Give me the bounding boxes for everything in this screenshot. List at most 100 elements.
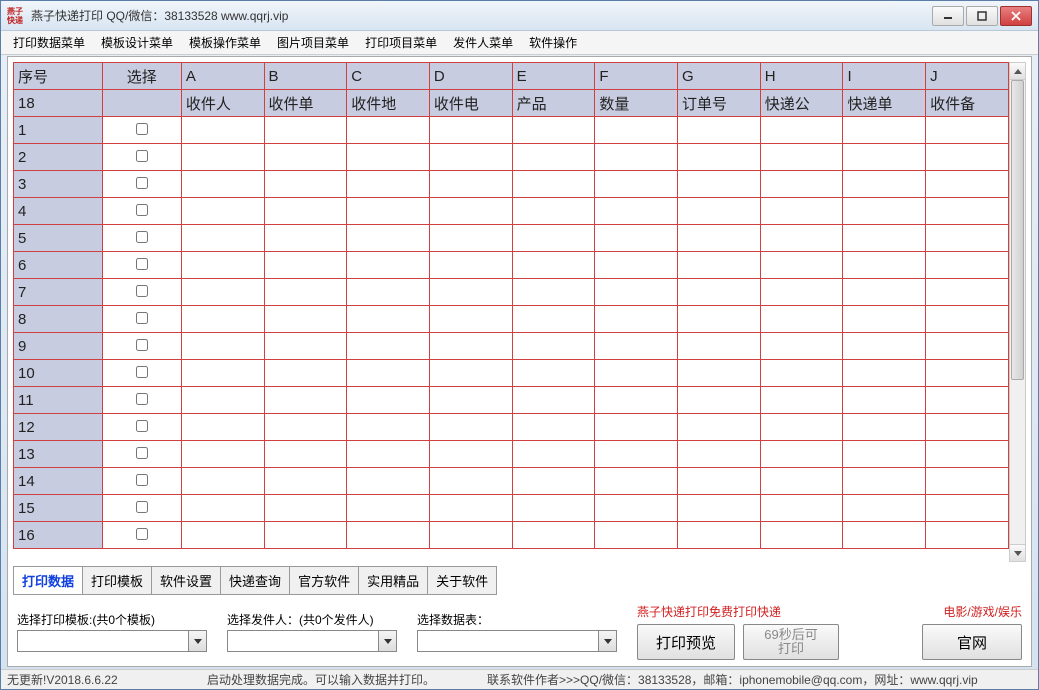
data-cell[interactable] (347, 333, 430, 360)
data-cell[interactable] (926, 441, 1009, 468)
data-cell[interactable] (926, 252, 1009, 279)
data-cell[interactable] (678, 522, 761, 549)
data-cell[interactable] (512, 306, 595, 333)
sub-header-2[interactable]: 收件单 (264, 90, 347, 117)
data-cell[interactable] (843, 495, 926, 522)
data-cell[interactable] (181, 387, 264, 414)
menu-item-1[interactable]: 模板设计菜单 (93, 32, 181, 53)
data-cell[interactable] (678, 306, 761, 333)
countdown-print-button[interactable]: 69秒后可打印 (743, 624, 839, 660)
data-cell[interactable] (429, 171, 512, 198)
menu-item-5[interactable]: 发件人菜单 (445, 32, 521, 53)
select-cell[interactable] (102, 144, 181, 171)
data-cell[interactable] (843, 387, 926, 414)
tab-6[interactable]: 关于软件 (427, 566, 497, 595)
col-header-H[interactable]: H (760, 63, 843, 90)
row-number[interactable]: 16 (14, 522, 103, 549)
select-cell[interactable] (102, 306, 181, 333)
data-grid[interactable]: 序号选择ABCDEFGHIJ18收件人收件单收件地收件电产品数量订单号快递公快递… (13, 62, 1009, 549)
select-cell[interactable] (102, 522, 181, 549)
data-cell[interactable] (181, 441, 264, 468)
select-cell[interactable] (102, 387, 181, 414)
maximize-button[interactable] (966, 6, 998, 26)
row-number[interactable]: 1 (14, 117, 103, 144)
row-select-checkbox[interactable] (136, 366, 148, 378)
data-cell[interactable] (264, 522, 347, 549)
menu-item-0[interactable]: 打印数据菜单 (5, 32, 93, 53)
data-cell[interactable] (264, 306, 347, 333)
data-cell[interactable] (760, 198, 843, 225)
data-cell[interactable] (181, 306, 264, 333)
data-cell[interactable] (926, 333, 1009, 360)
data-cell[interactable] (429, 225, 512, 252)
data-cell[interactable] (181, 252, 264, 279)
col-header-I[interactable]: I (843, 63, 926, 90)
data-cell[interactable] (760, 441, 843, 468)
data-cell[interactable] (512, 387, 595, 414)
select-cell[interactable] (102, 468, 181, 495)
data-cell[interactable] (843, 171, 926, 198)
data-cell[interactable] (512, 441, 595, 468)
tab-4[interactable]: 官方软件 (289, 566, 359, 595)
data-cell[interactable] (181, 171, 264, 198)
data-cell[interactable] (264, 414, 347, 441)
data-cell[interactable] (347, 387, 430, 414)
data-cell[interactable] (512, 252, 595, 279)
data-cell[interactable] (347, 117, 430, 144)
row-select-checkbox[interactable] (136, 393, 148, 405)
data-cell[interactable] (595, 171, 678, 198)
row-number[interactable]: 7 (14, 279, 103, 306)
data-cell[interactable] (264, 144, 347, 171)
close-button[interactable] (1000, 6, 1032, 26)
data-cell[interactable] (181, 333, 264, 360)
data-cell[interactable] (512, 198, 595, 225)
row-select-checkbox[interactable] (136, 150, 148, 162)
data-cell[interactable] (264, 198, 347, 225)
data-cell[interactable] (843, 117, 926, 144)
data-cell[interactable] (760, 387, 843, 414)
data-cell[interactable] (595, 414, 678, 441)
data-cell[interactable] (181, 279, 264, 306)
vertical-scrollbar[interactable] (1009, 62, 1026, 562)
data-cell[interactable] (595, 495, 678, 522)
data-cell[interactable] (181, 117, 264, 144)
data-cell[interactable] (843, 360, 926, 387)
data-cell[interactable] (595, 225, 678, 252)
select-cell[interactable] (102, 360, 181, 387)
data-cell[interactable] (678, 252, 761, 279)
data-cell[interactable] (678, 360, 761, 387)
data-cell[interactable] (843, 252, 926, 279)
data-cell[interactable] (264, 279, 347, 306)
data-cell[interactable] (760, 522, 843, 549)
data-cell[interactable] (843, 414, 926, 441)
select-cell[interactable] (102, 441, 181, 468)
row-number[interactable]: 3 (14, 171, 103, 198)
data-cell[interactable] (429, 306, 512, 333)
menu-item-3[interactable]: 图片项目菜单 (269, 32, 357, 53)
data-cell[interactable] (181, 495, 264, 522)
row-select-checkbox[interactable] (136, 420, 148, 432)
data-cell[interactable] (429, 198, 512, 225)
data-cell[interactable] (429, 387, 512, 414)
data-cell[interactable] (264, 495, 347, 522)
select-cell[interactable] (102, 495, 181, 522)
tab-1[interactable]: 打印模板 (82, 566, 152, 595)
data-cell[interactable] (347, 252, 430, 279)
scroll-up-button[interactable] (1010, 63, 1025, 80)
col-header-A[interactable]: A (181, 63, 264, 90)
data-cell[interactable] (264, 387, 347, 414)
select-cell[interactable] (102, 414, 181, 441)
row-select-checkbox[interactable] (136, 339, 148, 351)
sender-combo[interactable] (227, 630, 397, 652)
data-cell[interactable] (347, 468, 430, 495)
data-cell[interactable] (926, 306, 1009, 333)
data-cell[interactable] (843, 144, 926, 171)
data-cell[interactable] (264, 468, 347, 495)
col-header-G[interactable]: G (678, 63, 761, 90)
select-cell[interactable] (102, 198, 181, 225)
data-cell[interactable] (926, 495, 1009, 522)
row-number[interactable]: 10 (14, 360, 103, 387)
row-number[interactable]: 13 (14, 441, 103, 468)
row-number[interactable]: 5 (14, 225, 103, 252)
data-cell[interactable] (843, 198, 926, 225)
